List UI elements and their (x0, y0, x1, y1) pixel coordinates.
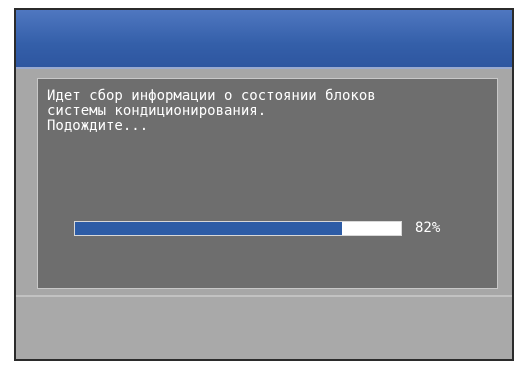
content-area: Идет сбор информации о состоянии блоков … (16, 69, 512, 295)
progress-bar (74, 221, 402, 236)
message-line-1: Идет сбор информации о состоянии блоков (47, 88, 376, 104)
progress-percent-label: 82% (415, 220, 441, 236)
message-line-3: Подождите... (47, 118, 149, 134)
header-bar (16, 10, 512, 69)
touch-screen: Идет сбор информации о состоянии блоков … (14, 8, 514, 361)
message-line-2: системы кондиционирования. (47, 103, 267, 119)
footer-bar (16, 297, 512, 359)
loading-dialog: Идет сбор информации о состоянии блоков … (37, 78, 498, 289)
progress-bar-fill (75, 222, 343, 235)
status-message: Идет сбор информации о состоянии блоков … (47, 89, 487, 134)
device-frame: Идет сбор информации о состоянии блоков … (0, 0, 528, 365)
